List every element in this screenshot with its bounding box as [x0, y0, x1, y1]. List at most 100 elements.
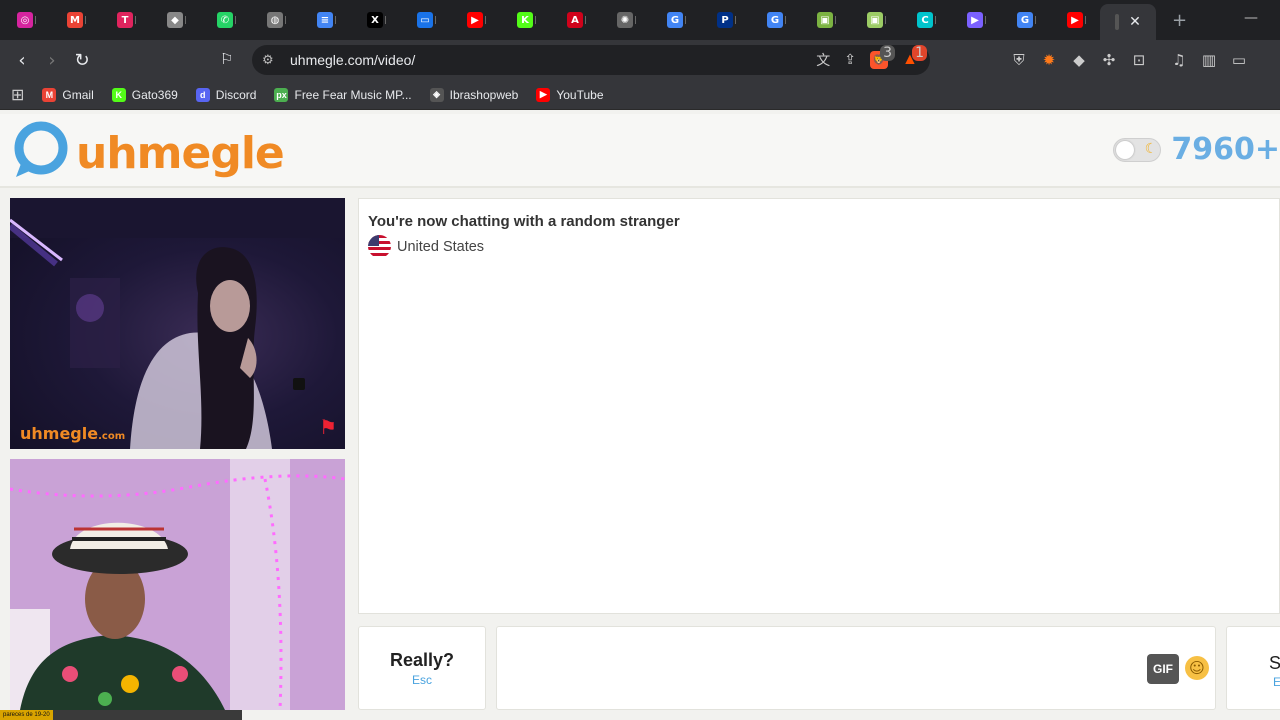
tab-5[interactable]: ◍ [250, 4, 300, 36]
tab-3[interactable]: ◆ [150, 4, 200, 36]
bookmark-4[interactable]: ◈ Ibrashopweb [429, 87, 518, 102]
stop-button-shortcut: Esc [411, 672, 432, 687]
tab-21[interactable]: ▶ [1050, 4, 1100, 36]
stranger-country: United States [368, 235, 484, 258]
tab-10[interactable]: K [500, 4, 550, 36]
brave-rewards-icon[interactable]: ▲ 1 [902, 45, 927, 69]
chat-log: You're now chatting with a random strang… [358, 198, 1280, 614]
logo-text: uhmegle [76, 127, 285, 179]
fire-extension-icon[interactable]: ✹ [1040, 51, 1058, 69]
wallet-icon[interactable]: ▭ [1230, 51, 1248, 69]
bookmark-2[interactable]: d Discord [195, 87, 256, 102]
tab-11[interactable]: A [550, 4, 600, 36]
tab-6[interactable]: ≡ [300, 4, 350, 36]
close-icon[interactable]: ✕ [1129, 14, 1141, 30]
tab-9[interactable]: ▶ [450, 4, 500, 36]
brave-shield-icon[interactable]: 🦁 3 [870, 45, 895, 69]
overlay-tag: pareces de 19-20 [0, 710, 53, 720]
translate-icon[interactable]: 文 [816, 50, 830, 70]
shield-badge: 3 [880, 45, 895, 61]
send-button-label: S [1269, 653, 1280, 673]
bookmarks-bar: ⊞ M Gmail K Gato369 d Discord px Free Fear Musi… [0, 80, 1280, 110]
tab-16[interactable]: ▣ [800, 4, 850, 36]
bookmark-label: YouTube [556, 87, 604, 102]
tab-separator [85, 16, 86, 24]
screenshot-icon[interactable]: ⊡ [1130, 51, 1148, 69]
tab-13[interactable]: G [650, 4, 700, 36]
address-bar[interactable]: ⚙ uhmegle.com/video/ 文 ⇪ 🦁 3 ▲ 1 [252, 45, 930, 75]
tab-19[interactable]: ▶ [950, 4, 1000, 36]
video-icon: ▶ [967, 12, 983, 28]
tab-20[interactable]: G [1000, 4, 1050, 36]
tab-separator [635, 16, 636, 24]
whatsapp-icon: ✆ [217, 12, 233, 28]
tab-app-icon: T [117, 12, 133, 28]
emoji-icon[interactable]: ☺ [1185, 656, 1209, 680]
send-button[interactable]: S E [1226, 626, 1280, 710]
diamond-extension-icon[interactable]: ◆ [1070, 51, 1088, 69]
site-info-icon[interactable]: ⚙ [262, 53, 282, 68]
bookmark-0[interactable]: M Gmail [42, 87, 94, 102]
docs-icon: ≡ [317, 12, 333, 28]
tab-0[interactable]: ◎ [0, 4, 50, 36]
shield-extension-icon[interactable]: ⛨ [1010, 51, 1028, 69]
message-input[interactable]: GIF ☺ [496, 626, 1216, 710]
new-tab-icon[interactable]: + [1172, 10, 1187, 31]
share-icon[interactable]: ⇪ [844, 52, 856, 68]
tab-7[interactable]: X [350, 4, 400, 36]
tab-list: ◎ M T ◆ ✆ ◍ ≡ X ▭ ▶ K A ✺ G P G ▣ ▣ C ▶ G ▶ [0, 4, 1100, 36]
report-flag-icon[interactable]: ⚑ [319, 415, 337, 439]
video-watermark: uhmegle.com [20, 424, 126, 443]
stop-button[interactable]: Really? Esc [358, 626, 486, 710]
tab-1[interactable]: M [50, 4, 100, 36]
url-text[interactable]: uhmegle.com/video/ [290, 52, 415, 68]
apps-grid-icon[interactable]: ⊞ [11, 85, 24, 104]
bookmark-label: Gato369 [131, 87, 178, 102]
chat-status-message: You're now chatting with a random strang… [368, 213, 680, 230]
tab-separator [385, 16, 386, 24]
site-logo[interactable]: uhmegle [12, 120, 285, 180]
discord-icon: d [195, 87, 210, 102]
music-icon[interactable]: ♫ [1170, 51, 1188, 69]
google-icon: G [767, 12, 783, 28]
tab-2[interactable]: T [100, 4, 150, 36]
paypal-icon: P [717, 12, 733, 28]
bookmark-3[interactable]: px Free Fear Music MP... [274, 87, 412, 102]
canva-icon: C [917, 12, 933, 28]
tab-17[interactable]: ▣ [850, 4, 900, 36]
tab-4[interactable]: ✆ [200, 4, 250, 36]
tab-separator [1035, 16, 1036, 24]
tab-separator [435, 16, 436, 24]
bookmark-icon[interactable]: ⚐ [220, 50, 240, 70]
tab-active[interactable]: ✕ [1100, 4, 1156, 40]
tab-separator [535, 16, 536, 24]
puzzle-icon[interactable]: ✣ [1100, 51, 1118, 69]
page: uhmegle ☾ 7960+ uhmegle.com ⚑ You're now… [0, 114, 1280, 720]
x-icon: X [367, 12, 383, 28]
tab-separator [335, 16, 336, 24]
tab-8[interactable]: ▭ [400, 4, 450, 36]
tab-14[interactable]: P [700, 4, 750, 36]
minimize-icon[interactable]: — [1244, 10, 1258, 26]
tab-18[interactable]: C [900, 4, 950, 36]
country-name: United States [397, 238, 485, 255]
bookmark-1[interactable]: K Gato369 [111, 87, 178, 102]
reload-icon[interactable]: ↻ [67, 45, 97, 75]
youtube-icon: ▶ [1067, 12, 1083, 28]
a-icon: A [567, 12, 583, 28]
bookmark-5[interactable]: ▶ YouTube [536, 87, 604, 102]
rewards-badge: 1 [912, 45, 927, 61]
forward-icon[interactable]: › [37, 45, 67, 75]
gif-button[interactable]: GIF [1147, 654, 1179, 684]
tab-15[interactable]: G [750, 4, 800, 36]
sidebar-icon[interactable]: ▥ [1200, 51, 1218, 69]
stop-button-label: Really? [389, 649, 455, 670]
stranger-video: uhmegle.com ⚑ [10, 198, 345, 449]
tab-12[interactable]: ✺ [600, 4, 650, 36]
self-video [10, 459, 345, 710]
stream-overlay: pareces de 19-20 [0, 710, 242, 720]
back-icon[interactable]: ‹ [7, 45, 37, 75]
dark-mode-toggle[interactable]: ☾ [1113, 137, 1162, 162]
tab-separator [235, 16, 236, 24]
gmail-icon: M [42, 87, 57, 102]
